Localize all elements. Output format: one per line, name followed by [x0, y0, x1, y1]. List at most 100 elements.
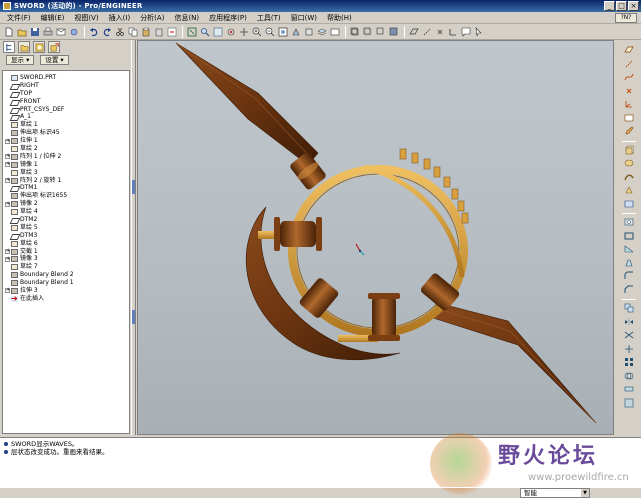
mirror-tool[interactable]	[623, 316, 636, 328]
find-button[interactable]	[199, 26, 210, 37]
rib-tool[interactable]	[623, 243, 636, 255]
tree-item[interactable]: ➔ 在此插入	[3, 294, 129, 303]
orient-mode-button[interactable]	[238, 26, 249, 37]
tab-favorites[interactable]	[33, 41, 45, 53]
minimize-button[interactable]: _	[604, 1, 615, 11]
hole-tool[interactable]	[623, 216, 636, 228]
new-file-button[interactable]	[3, 26, 14, 37]
blend-tool[interactable]	[623, 184, 636, 196]
tab-folder-browser[interactable]	[18, 41, 30, 53]
refit-button[interactable]	[277, 26, 288, 37]
expand-icon[interactable]: +	[5, 162, 10, 168]
menu-edit[interactable]: 编辑(E)	[36, 12, 70, 24]
pattern-tool[interactable]	[623, 356, 636, 368]
graphics-window[interactable]	[137, 40, 614, 435]
tree-item[interactable]: + 镜像 2	[3, 200, 129, 208]
splitter-grip[interactable]	[132, 180, 135, 194]
menu-window[interactable]: 窗口(W)	[286, 12, 322, 24]
redo-button[interactable]	[101, 26, 112, 37]
tree-item[interactable]: PRT_CSYS_DEF	[3, 106, 129, 114]
csys-tool[interactable]	[623, 98, 636, 110]
expand-icon[interactable]: +	[5, 249, 10, 255]
tab-model-tree[interactable]	[3, 41, 15, 53]
shading-button[interactable]	[388, 26, 399, 37]
tree-item[interactable]: SWORD.PRT	[3, 74, 129, 82]
csys-toggle[interactable]	[447, 26, 458, 37]
variable-sweep-tool[interactable]	[623, 171, 636, 183]
close-button[interactable]: ×	[628, 1, 639, 11]
menu-view[interactable]: 视图(V)	[69, 12, 103, 24]
expand-icon[interactable]: +	[5, 138, 10, 144]
maximize-button[interactable]: □	[616, 1, 627, 11]
spin-center-button[interactable]	[225, 26, 236, 37]
copy-button[interactable]	[127, 26, 138, 37]
tree-item[interactable]: + 拉伸 1	[3, 137, 129, 145]
copy-feature-tool[interactable]	[623, 302, 636, 314]
revolve-tool[interactable]	[623, 157, 636, 169]
shell-tool[interactable]	[623, 230, 636, 242]
intersect-tool[interactable]	[623, 370, 636, 382]
tree-item[interactable]: + 阵列 2 / 旋转 1	[3, 177, 129, 185]
annotations-toggle[interactable]	[460, 26, 471, 37]
panel-splitter[interactable]	[131, 40, 136, 435]
model-tree-panel[interactable]: SWORD.PRT RIGHT TOP FRONT PRT_CSYS_DEF A_1 草绘 …	[2, 70, 130, 434]
regenerate-button[interactable]	[166, 26, 177, 37]
menu-file[interactable]: 文件(F)	[2, 12, 36, 24]
tree-item[interactable]: FRONT	[3, 98, 129, 106]
show-dropdown[interactable]: 显示 ▾	[6, 55, 35, 65]
draft-tool[interactable]	[623, 257, 636, 269]
saved-views-button[interactable]	[303, 26, 314, 37]
settings-dropdown[interactable]: 设置 ▾	[40, 55, 69, 65]
tree-item[interactable]: 草绘 5	[3, 224, 129, 232]
paste-button[interactable]	[140, 26, 151, 37]
tree-item[interactable]: 草绘 7	[3, 263, 129, 271]
save-button[interactable]	[29, 26, 40, 37]
undo-button[interactable]	[88, 26, 99, 37]
datum-axis-tool[interactable]	[623, 58, 636, 70]
tree-item[interactable]: 草绘 3	[3, 169, 129, 177]
tree-item[interactable]: DTM3	[3, 232, 129, 240]
merge-tool[interactable]	[623, 329, 636, 341]
tree-item[interactable]: + 镜像 1	[3, 161, 129, 169]
repaint-button[interactable]	[212, 26, 223, 37]
chamfer-tool[interactable]	[623, 284, 636, 296]
tree-item[interactable]: DTM2	[3, 216, 129, 224]
datum-points-toggle[interactable]	[434, 26, 445, 37]
zoom-out-button[interactable]	[264, 26, 275, 37]
tree-item[interactable]: + 拉伸 3	[3, 287, 129, 295]
menu-insert[interactable]: 插入(I)	[104, 12, 136, 24]
analysis-tool[interactable]	[623, 112, 636, 124]
datum-planes-toggle[interactable]	[408, 26, 419, 37]
wireframe-button[interactable]	[349, 26, 360, 37]
view-manager-button[interactable]	[329, 26, 340, 37]
tree-item[interactable]: 草绘 6	[3, 240, 129, 248]
no-hidden-button[interactable]	[375, 26, 386, 37]
datum-axes-toggle[interactable]	[421, 26, 432, 37]
email-button[interactable]	[55, 26, 66, 37]
send-link-button[interactable]	[68, 26, 79, 37]
menu-help[interactable]: 帮助(H)	[322, 12, 357, 24]
menu-info[interactable]: 信息(N)	[169, 12, 204, 24]
boundary-blend-tool[interactable]	[623, 198, 636, 210]
paste-special-button[interactable]	[153, 26, 164, 37]
expand-icon[interactable]: +	[5, 178, 10, 184]
menu-applications[interactable]: 应用程序(P)	[204, 12, 252, 24]
datum-point-tool[interactable]	[623, 85, 636, 97]
context-help-button[interactable]: ?N?	[615, 13, 637, 23]
open-file-button[interactable]	[16, 26, 27, 37]
tree-item[interactable]: Boundary Blend 2	[3, 271, 129, 279]
tree-item[interactable]: TOP	[3, 90, 129, 98]
tree-item[interactable]: 草绘 4	[3, 208, 129, 216]
whats-this-button[interactable]	[473, 26, 484, 37]
round-tool[interactable]	[623, 270, 636, 282]
tree-item[interactable]: 草绘 2	[3, 145, 129, 153]
select-filter-button[interactable]	[186, 26, 197, 37]
reorient-button[interactable]	[290, 26, 301, 37]
selection-filter-dropdown[interactable]: 智能 ▼	[520, 488, 590, 498]
trim-tool[interactable]	[623, 343, 636, 355]
expand-icon[interactable]: +	[5, 154, 10, 160]
thicken-tool[interactable]	[623, 383, 636, 395]
tree-item[interactable]: 伸出项 标识45	[3, 129, 129, 137]
tree-item[interactable]: + 阵列 1 / 拉伸 2	[3, 153, 129, 161]
menu-tools[interactable]: 工具(T)	[252, 12, 286, 24]
